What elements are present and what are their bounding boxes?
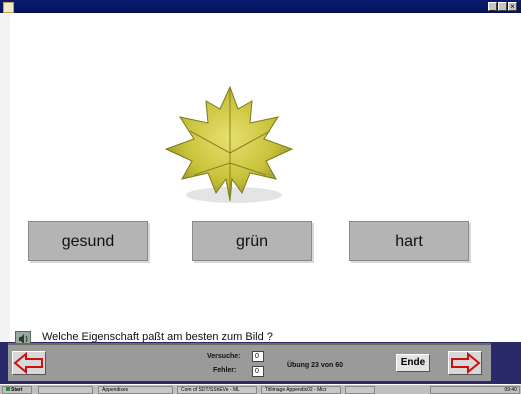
fehler-label: Fehler: — [213, 367, 237, 374]
app-icon — [3, 2, 14, 13]
previous-button[interactable] — [12, 351, 46, 375]
answer-button-3[interactable]: hart — [349, 221, 469, 261]
exercise-status: Übung 23 von 60 — [287, 362, 344, 369]
system-tray: 09:40 — [430, 386, 520, 394]
close-button[interactable]: × — [508, 2, 517, 11]
arrow-left-icon — [13, 351, 43, 375]
versuche-label: Versuche: — [207, 353, 241, 360]
fehler-value: 0 — [252, 366, 264, 377]
start-button[interactable]: Start — [2, 386, 32, 394]
taskbar: Start Appendixes Com of SDT/SShEVe - ML … — [0, 384, 521, 394]
taskbar-item-2[interactable]: Com of SDT/SShEVe - ML — [177, 386, 257, 394]
arrow-right-icon — [451, 351, 481, 375]
windows-logo-icon — [6, 387, 10, 391]
window-right-area — [495, 13, 521, 342]
quicklaunch-bar[interactable] — [38, 386, 93, 394]
window-left-border — [0, 13, 10, 342]
answer-button-2[interactable]: grün — [192, 221, 312, 261]
next-button[interactable] — [448, 351, 482, 375]
maximize-button[interactable] — [498, 2, 507, 11]
taskbar-item-3[interactable]: Titlimage Appendix02 - Micr — [261, 386, 341, 394]
window-titlebar: _ × — [0, 0, 521, 13]
bottom-toolbar: Versuche: 0 Fehler: 0 Übung 23 von 60 En… — [8, 343, 491, 381]
taskbar-item-1[interactable]: Appendixes — [98, 386, 173, 394]
start-label: Start — [11, 387, 23, 393]
leaf-image — [164, 85, 294, 203]
end-button[interactable]: Ende — [396, 354, 430, 372]
clock: 09:40 — [504, 387, 517, 393]
exercise-area: gesund grün hart Welche Eigenschaft paßt… — [10, 13, 495, 347]
question-text: Welche Eigenschaft paßt am besten zum Bi… — [42, 331, 273, 343]
taskbar-item-4[interactable] — [345, 386, 375, 394]
minimize-button[interactable]: _ — [488, 2, 497, 11]
versuche-value: 0 — [252, 351, 264, 362]
answer-button-1[interactable]: gesund — [28, 221, 148, 261]
